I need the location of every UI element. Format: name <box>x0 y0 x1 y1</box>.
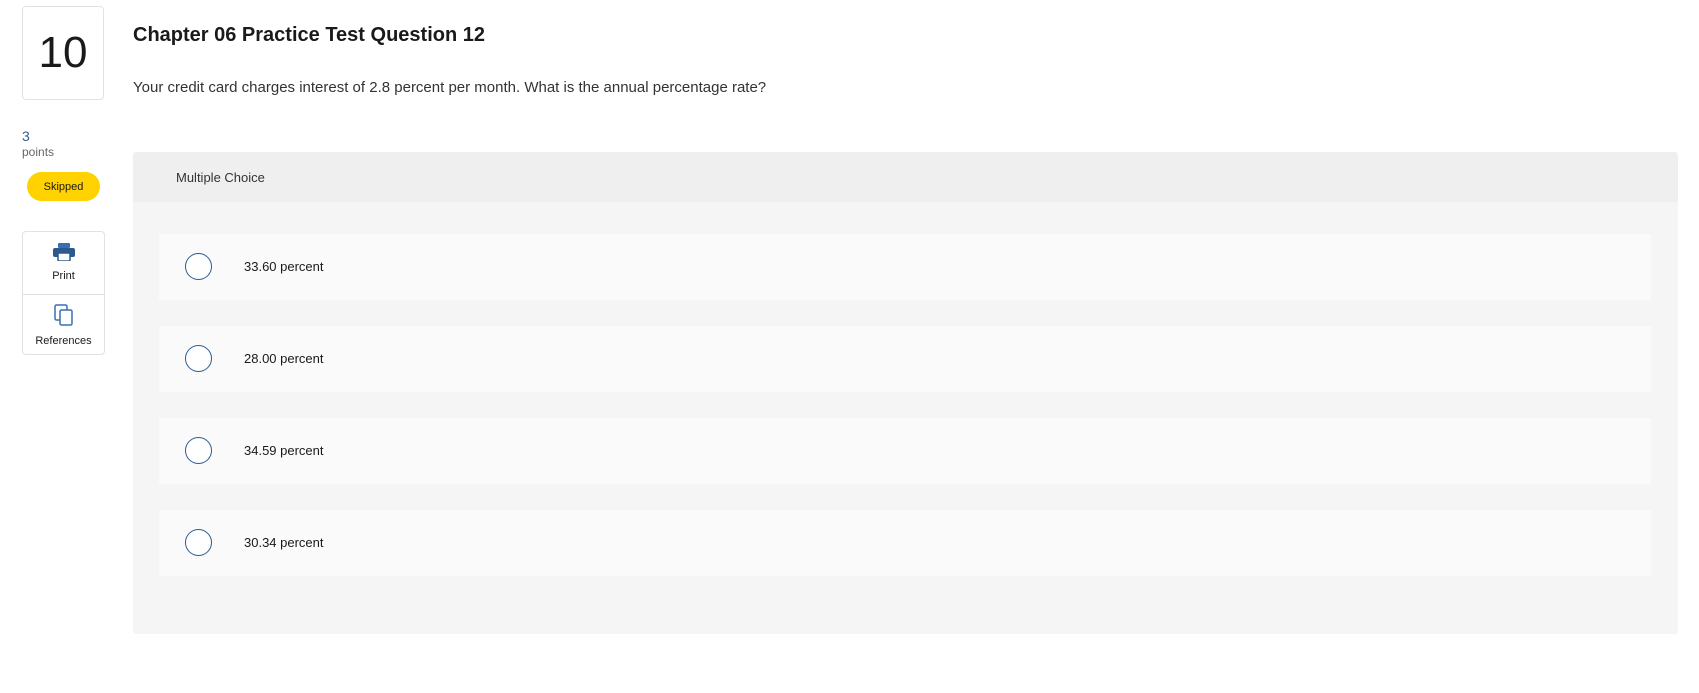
printer-icon <box>52 243 75 266</box>
answer-option-label: 33.60 percent <box>244 259 324 274</box>
references-button[interactable]: References <box>23 294 104 356</box>
question-title: Chapter 06 Practice Test Question 12 <box>133 24 485 46</box>
answer-option[interactable]: 28.00 percent <box>159 326 1651 392</box>
radio-button[interactable] <box>185 529 212 556</box>
radio-button[interactable] <box>185 345 212 372</box>
answer-option[interactable]: 34.59 percent <box>159 418 1651 484</box>
answer-option-label: 34.59 percent <box>244 443 324 458</box>
print-label: Print <box>52 270 75 282</box>
answer-option-label: 28.00 percent <box>244 351 324 366</box>
answer-option-label: 30.34 percent <box>244 535 324 550</box>
references-icon <box>53 304 74 331</box>
answer-option[interactable]: 33.60 percent <box>159 234 1651 300</box>
question-page: 10 3 points Skipped Print References Cha… <box>0 0 1699 693</box>
status-badge: Skipped <box>27 172 100 201</box>
references-label: References <box>35 335 92 347</box>
question-number: 10 <box>22 6 104 100</box>
answer-type-header: Multiple Choice <box>133 152 1678 202</box>
radio-button[interactable] <box>185 437 212 464</box>
radio-button[interactable] <box>185 253 212 280</box>
print-button[interactable]: Print <box>23 232 104 293</box>
points-value: 3 <box>22 128 30 144</box>
answer-option[interactable]: 30.34 percent <box>159 510 1651 576</box>
points-label: points <box>22 145 55 159</box>
answer-type-label: Multiple Choice <box>176 170 265 185</box>
answer-panel: Multiple Choice 33.60 percent 28.00 perc… <box>133 152 1678 634</box>
tools-panel: Print References <box>22 231 105 355</box>
question-text: Your credit card charges interest of 2.8… <box>133 79 767 96</box>
